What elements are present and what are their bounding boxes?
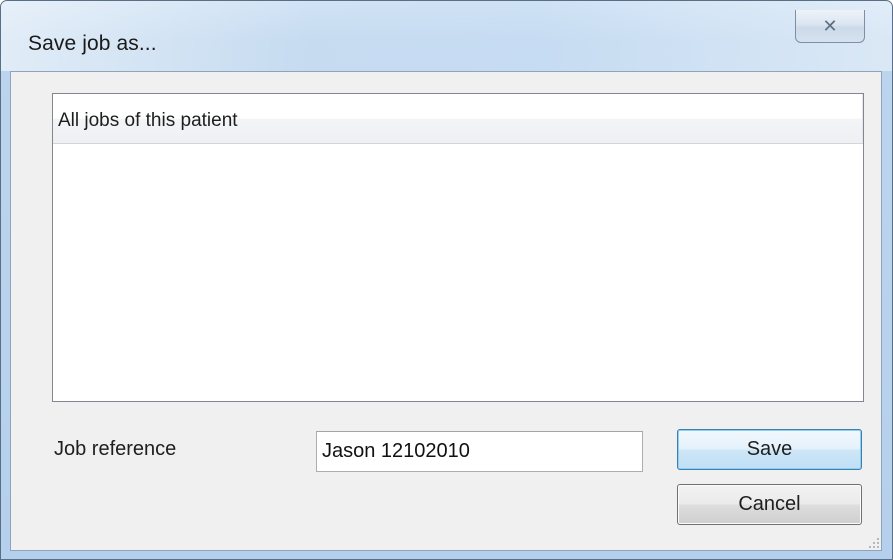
title-bar[interactable]: Save job as... ✕ [1,1,892,71]
save-job-dialog: Save job as... ✕ All jobs of this patien… [0,0,893,560]
close-button[interactable]: ✕ [795,10,865,43]
save-button[interactable]: Save [677,429,862,470]
cancel-button[interactable]: Cancel [677,484,862,525]
job-reference-label: Job reference [54,438,177,460]
job-reference-input[interactable] [316,431,643,472]
close-icon: ✕ [822,15,838,37]
jobs-list[interactable]: All jobs of this patient [52,93,864,402]
dialog-body: All jobs of this patient Job reference S… [10,71,882,551]
resize-grip-icon[interactable] [867,536,879,548]
column-header-label: All jobs of this patient [58,110,238,131]
dialog-title: Save job as... [28,32,157,55]
list-header: All jobs of this patient [53,94,863,144]
column-header-all-jobs[interactable]: All jobs of this patient [53,94,863,143]
